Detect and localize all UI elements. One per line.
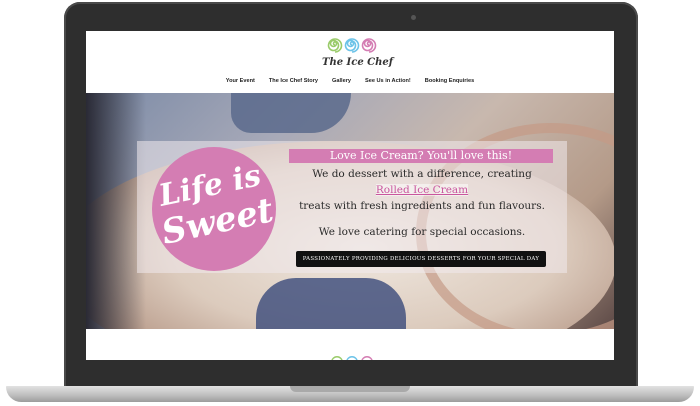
logo-swirls bbox=[322, 37, 382, 55]
nav-gallery[interactable]: Gallery bbox=[332, 78, 351, 84]
hero-headline: Love Ice Cream? You'll love this! bbox=[289, 149, 553, 163]
swirl-pink-icon bbox=[361, 356, 373, 360]
laptop-notch bbox=[290, 386, 410, 392]
camera-icon bbox=[411, 15, 416, 20]
swirl-pink-icon bbox=[361, 38, 377, 53]
hero-line-4: We love catering for special occasions. bbox=[318, 226, 526, 238]
site-logo[interactable]: The Ice Chef bbox=[322, 37, 394, 77]
hero-line-3: treats with fresh ingredients and fun fl… bbox=[299, 200, 545, 212]
footer-logo-swirls bbox=[330, 355, 374, 360]
swirl-blue-icon bbox=[346, 356, 358, 360]
nav-ice-chef-story[interactable]: The Ice Chef Story bbox=[269, 78, 318, 84]
nav-your-event[interactable]: Your Event bbox=[226, 78, 255, 84]
hero-banner: Life is Sweet Love Ice Cream? You'll lov… bbox=[86, 93, 614, 329]
screen: The Ice Chef Your Event The Ice Chef Sto… bbox=[86, 31, 614, 360]
swirl-green-icon bbox=[331, 356, 343, 360]
life-is-sweet-badge: Life is Sweet bbox=[152, 147, 277, 271]
badge-text: Life is Sweet bbox=[146, 157, 282, 253]
hero-line-2: Rolled Ice Cream bbox=[282, 184, 562, 196]
next-section-preview bbox=[86, 329, 614, 360]
swirl-green-icon bbox=[327, 38, 343, 53]
logo-text: The Ice Chef bbox=[322, 57, 394, 68]
nav-see-us-in-action[interactable]: See Us in Action! bbox=[365, 78, 411, 84]
cta-button[interactable]: PASSIONATELY PROVIDING DELICIOUS DESSERT… bbox=[296, 251, 546, 267]
rolled-ice-cream-link[interactable]: Rolled Ice Cream bbox=[375, 184, 469, 196]
nav-booking-enquiries[interactable]: Booking Enquiries bbox=[425, 78, 474, 84]
site-header: The Ice Chef Your Event The Ice Chef Sto… bbox=[86, 31, 614, 93]
hero-image-glove bbox=[231, 93, 351, 133]
hero-image-glove-lower bbox=[256, 278, 406, 329]
main-nav: Your Event The Ice Chef Story Gallery Se… bbox=[86, 78, 614, 84]
swirl-blue-icon bbox=[344, 38, 360, 53]
hero-line-1: We do dessert with a difference, creatin… bbox=[312, 168, 532, 180]
